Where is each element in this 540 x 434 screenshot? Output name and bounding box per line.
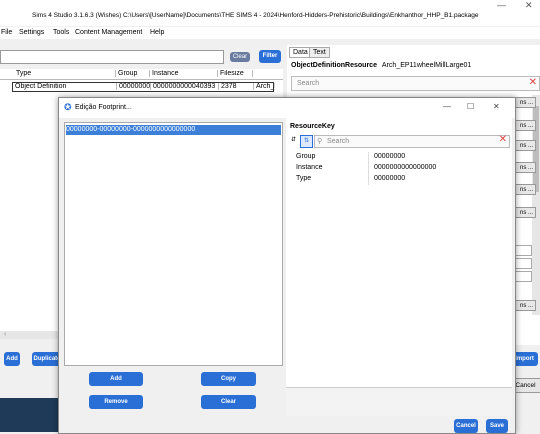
menu-bar: File Settings Tools Content Management H… [0,27,540,39]
property-value[interactable]: 00000000 [374,175,405,182]
menu-settings[interactable]: Settings [19,29,44,36]
tab-text[interactable]: Text [309,47,330,58]
menu-content-management[interactable]: Content Management [75,29,142,36]
cell-type: Object Definition [13,83,117,90]
clear-footprint-button[interactable]: Clear [201,395,256,409]
sort-alpha-icon[interactable]: ⇅ [300,135,313,148]
property-label: Group [296,153,316,160]
minimize-icon[interactable]: — [497,0,506,10]
resourcekey-search-placeholder: Search [327,138,350,145]
dialog-titlebar: ✪ Edição Footprint... — ☐ ✕ [59,98,515,118]
search-icon: ⚲ [317,138,323,145]
add-footprint-button[interactable]: Add [89,372,143,386]
menu-help[interactable]: Help [150,29,164,36]
clear-button[interactable]: Clear [230,52,250,62]
resource-search-input[interactable] [0,50,224,64]
menu-file[interactable]: File [1,29,12,36]
resourcekey-panel: ResourceKey ⇵ ⇅ ⚲ Search ✕ Group 0000000… [286,118,512,415]
clear-search-icon[interactable]: ✕ [499,134,507,145]
property-row[interactable]: Group 00000000 [288,153,510,162]
column-group[interactable]: Group [116,70,150,77]
property-value[interactable]: 00000000 [374,153,405,160]
background-strip [0,398,62,432]
resourcekey-search-input[interactable]: ⚲ Search ✕ [314,134,510,148]
cell-instance: 0000000000040393 [151,83,219,90]
filter-button[interactable]: Filter [259,50,281,63]
resource-header-name: Arch_EP11wheelMillLarge01 [381,62,472,69]
window-title: Sims 4 Studio 3.1.6.3 (Wishes) C:\Users\… [32,12,479,19]
copy-footprint-button[interactable]: Copy [201,372,256,386]
property-row[interactable]: Type 00000000 [288,175,510,184]
resource-header: ObjectDefinitionResource Arch_EP11wheelM… [291,62,471,69]
scroll-left-icon[interactable]: ‹ [4,331,6,338]
list-item[interactable]: 00000000-00000000-0000000000000000 [66,125,281,135]
resourcekey-title: ResourceKey [290,123,335,130]
dialog-save-button[interactable]: Save [486,419,508,433]
property-label: Instance [296,164,323,171]
menu-tools[interactable]: Tools [53,29,69,36]
footprint-dialog: ✪ Edição Footprint... — ☐ ✕ 00000000-000… [58,97,516,434]
dialog-title: Edição Footprint... [75,104,132,111]
data-search-input[interactable]: Search ✕ [291,76,540,91]
footprint-icon: ✪ [64,102,72,112]
resourcekey-description [286,387,512,416]
cell-group: 00000000 [119,83,151,90]
grid-header: Type Group Instance Filesize [0,69,283,80]
table-row[interactable]: Object Definition 00000000 0000000000040… [12,82,275,92]
data-search-placeholder: Search [297,80,320,87]
property-row[interactable]: Instance 0000000000000000 [288,164,510,173]
dialog-maximize-icon[interactable]: ☐ [467,102,474,111]
cell-name: Arch_E [256,83,275,90]
cell-filesize: 2378 [219,83,254,90]
close-icon[interactable]: ✕ [525,0,533,11]
column-instance[interactable]: Instance [150,70,218,77]
property-value[interactable]: 0000000000000000 [374,164,436,171]
column-filesize[interactable]: Filesize [218,70,253,77]
property-label: Type [296,175,312,182]
remove-footprint-button[interactable]: Remove [89,395,143,409]
dialog-minimize-icon[interactable]: — [443,102,451,111]
dialog-close-icon[interactable]: ✕ [493,102,500,111]
column-type[interactable]: Type [12,70,116,77]
resource-header-type: ObjectDefinitionResource [291,62,377,69]
clear-search-icon[interactable]: ✕ [529,77,537,88]
sort-categorized-icon[interactable]: ⇵ [289,136,298,145]
add-button[interactable]: Add [4,352,20,366]
footprint-list[interactable]: 00000000-00000000-0000000000000000 [64,122,283,366]
property-divider [368,152,369,185]
dialog-cancel-button[interactable]: Cancel [454,419,478,433]
